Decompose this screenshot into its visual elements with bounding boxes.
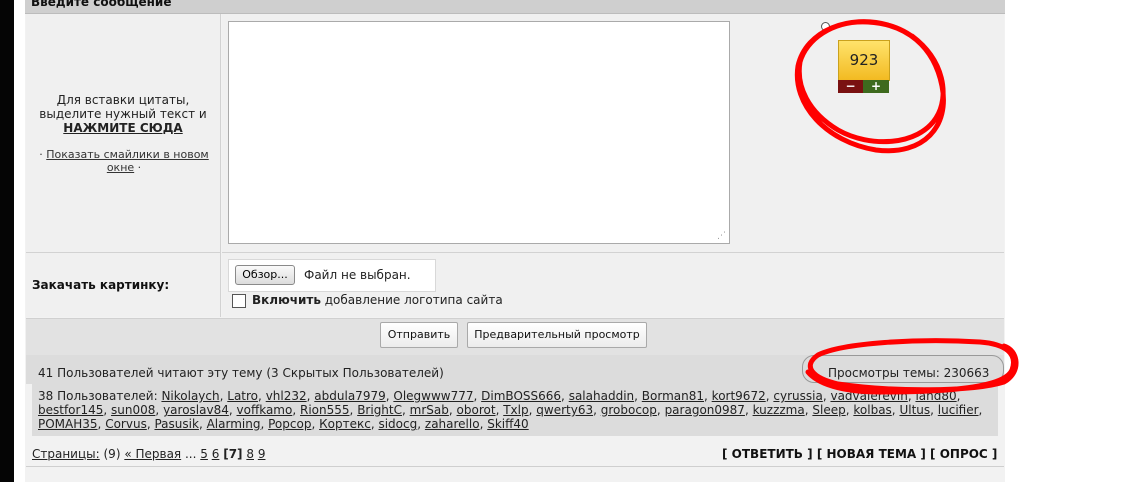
user-link[interactable]: land80: [915, 389, 956, 403]
users-prefix: 38 Пользователей:: [38, 389, 158, 403]
file-status: Файл не выбран.: [304, 268, 411, 282]
user-link[interactable]: sidocg: [378, 417, 417, 431]
page-link[interactable]: 9: [258, 447, 266, 461]
user-link[interactable]: paragon0987: [665, 403, 745, 417]
user-link[interactable]: yaroslav84: [163, 403, 229, 417]
bullet: ·: [39, 148, 43, 161]
user-link[interactable]: Кортекс: [319, 417, 371, 431]
user-link[interactable]: qwerty63: [536, 403, 593, 417]
user-link[interactable]: Popcop: [268, 417, 311, 431]
topic-views: Просмотры темы: 230663: [828, 366, 990, 380]
user-link[interactable]: bestfor145: [38, 403, 103, 417]
page-link[interactable]: 8: [246, 447, 254, 461]
user-link[interactable]: Skiff40: [487, 417, 528, 431]
quote-hint: Для вставки цитаты, выделите нужный текс…: [26, 93, 220, 135]
user-link[interactable]: Alarming: [207, 417, 261, 431]
smileys-block: · Показать смайлики в новом окне ·: [34, 148, 214, 174]
first-page-link[interactable]: « Первая: [124, 447, 181, 461]
pagination: Страницы: (9) « Первая ... 5 6 [7] 8 9: [32, 447, 265, 461]
user-link[interactable]: Olegwww777: [393, 389, 473, 403]
user-link[interactable]: salahaddin: [569, 389, 634, 403]
user-link[interactable]: grobocop: [601, 403, 657, 417]
logo-checkbox[interactable]: [232, 294, 246, 308]
users-links: Nikolaych, Latro, vhl232, abdula7979, Ol…: [38, 389, 983, 431]
reply-form-title: Введите сообщение: [31, 0, 172, 9]
user-link[interactable]: kort9672: [712, 389, 766, 403]
rating-plus-button[interactable]: +: [863, 80, 889, 93]
user-link[interactable]: zaharello: [425, 417, 480, 431]
pages-total: (9): [103, 447, 121, 461]
page-link[interactable]: 5: [200, 447, 208, 461]
user-link[interactable]: abdula7979: [314, 389, 385, 403]
user-link[interactable]: lucifier: [938, 403, 979, 417]
logo-label-bold: Включить: [252, 293, 321, 307]
users-list: 38 Пользователей: Nikolaych, Latro, vhl2…: [38, 389, 993, 431]
user-link[interactable]: voffkamo: [237, 403, 293, 417]
rating-value: 923: [838, 40, 890, 81]
quote-hint-line2: выделите нужный текст и: [39, 107, 207, 121]
pages-label[interactable]: Страницы:: [32, 447, 100, 461]
pages-ellipsis: ...: [184, 447, 197, 461]
poll-button[interactable]: [ ОПРОС ]: [930, 447, 997, 461]
browse-button[interactable]: Обзор...: [235, 265, 295, 285]
user-link[interactable]: Latro: [227, 389, 258, 403]
user-link[interactable]: Rion555: [300, 403, 350, 417]
rating-minus-button[interactable]: −: [838, 80, 863, 93]
user-link[interactable]: Sleep: [812, 403, 845, 417]
current-page: [7]: [223, 447, 243, 461]
left-dark-bar: [0, 0, 14, 482]
user-link[interactable]: cyrussia: [773, 389, 822, 403]
reply-button[interactable]: [ ОТВЕТИТЬ ]: [722, 447, 813, 461]
bottom-divider: [26, 466, 1004, 467]
upload-label: Закачать картинку:: [32, 278, 170, 292]
message-textarea[interactable]: [228, 21, 730, 244]
topic-actions: [ ОТВЕТИТЬ ] [ НОВАЯ ТЕМА ] [ ОПРОС ]: [722, 447, 997, 461]
user-link[interactable]: kuzzzma: [753, 403, 805, 417]
quote-hint-line1: Для вставки цитаты,: [56, 93, 190, 107]
user-link[interactable]: vadvalerevih: [830, 389, 907, 403]
rating-radio[interactable]: [821, 22, 830, 31]
user-link[interactable]: kolbas: [853, 403, 891, 417]
logo-label-rest: добавление логотипа сайта: [320, 293, 503, 307]
user-link[interactable]: vhl232: [266, 389, 307, 403]
reply-form-header: Введите сообщение: [25, 0, 1005, 14]
user-link[interactable]: Ultus: [899, 403, 930, 417]
rating-widget: 923 − +: [838, 40, 890, 94]
user-link[interactable]: Txlp: [503, 403, 528, 417]
preview-button[interactable]: Предварительный просмотр: [467, 322, 647, 348]
user-link[interactable]: РОМАН35: [38, 417, 98, 431]
user-link[interactable]: DimBOSS666: [481, 389, 561, 403]
user-link[interactable]: Borman81: [642, 389, 704, 403]
bullet: ·: [137, 161, 142, 174]
readers-count: 41 Пользователей читают эту тему (3 Скры…: [38, 366, 444, 380]
user-link[interactable]: Corvus: [105, 417, 147, 431]
logo-checkbox-label[interactable]: Включить добавление логотипа сайта: [252, 293, 503, 307]
new-topic-button[interactable]: [ НОВАЯ ТЕМА ]: [817, 447, 926, 461]
show-smileys-link[interactable]: Показать смайлики в новом окне: [46, 148, 208, 174]
page-link[interactable]: 6: [212, 447, 220, 461]
user-link[interactable]: oborot: [457, 403, 496, 417]
user-link[interactable]: sun008: [111, 403, 155, 417]
quote-click-link[interactable]: НАЖМИТЕ СЮДА: [26, 121, 220, 135]
send-button[interactable]: Отправить: [380, 322, 458, 348]
user-link[interactable]: mrSab: [410, 403, 449, 417]
user-link[interactable]: Nikolaych: [161, 389, 219, 403]
resize-grip-icon[interactable]: ⋰: [717, 231, 727, 241]
user-link[interactable]: BrightC: [357, 403, 402, 417]
user-link[interactable]: Pasusik: [154, 417, 198, 431]
